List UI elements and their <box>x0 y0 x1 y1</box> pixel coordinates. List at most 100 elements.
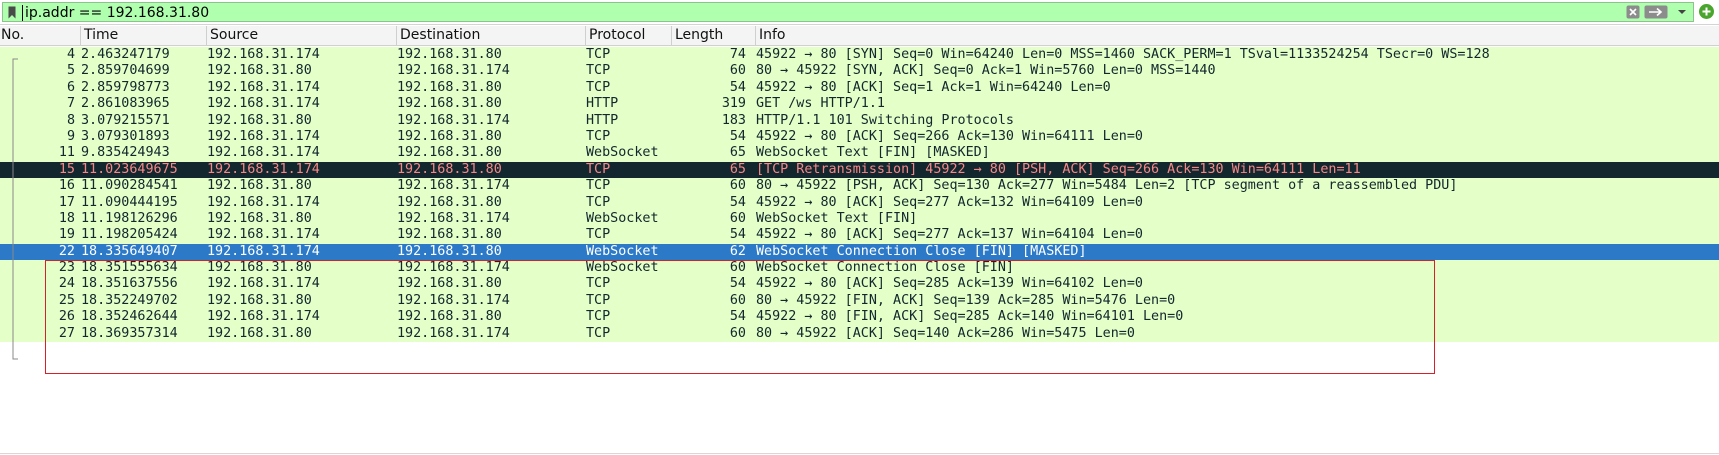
packet-row[interactable]: 19 11.198205424 192.168.31.174 192.168.31.8… <box>0 227 1719 244</box>
packet-length: 54 <box>729 227 746 243</box>
packet-time: 11.023649675 <box>81 161 178 177</box>
packet-time: 11.090444195 <box>81 194 178 210</box>
chevron-down-icon[interactable] <box>1675 5 1689 19</box>
packet-destination: 192.168.31.80 <box>397 128 502 144</box>
packet-no: 7 <box>66 96 75 112</box>
packet-destination: 192.168.31.80 <box>397 161 502 177</box>
packet-no: 26 <box>58 309 75 325</box>
packet-destination: 192.168.31.80 <box>397 309 502 325</box>
packet-row[interactable]: 18 11.198126296 192.168.31.80 192.168.31.17… <box>0 210 1719 228</box>
packet-info: 80 → 45922 [PSH, ACK] Seq=130 Ack=277 Wi… <box>756 178 1458 194</box>
packet-no: 17 <box>58 194 75 210</box>
packet-source: 192.168.31.80 <box>207 63 312 79</box>
packet-length: 60 <box>729 325 746 341</box>
packet-length: 54 <box>729 309 746 325</box>
packet-row[interactable]: 17 11.090444195 192.168.31.174 192.168.31.8… <box>0 194 1719 211</box>
column-header-time[interactable]: Time <box>80 26 206 45</box>
packet-info: 45922 → 80 [ACK] Seq=266 Ack=130 Win=641… <box>756 128 1143 144</box>
packet-protocol: WebSocket <box>586 145 659 161</box>
packet-info: 45922 → 80 [ACK] Seq=277 Ack=137 Win=641… <box>756 227 1143 243</box>
packet-time: 18.335649407 <box>81 243 178 259</box>
column-header-info[interactable]: Info <box>755 26 1719 45</box>
packet-destination: 192.168.31.80 <box>397 227 502 243</box>
packet-row[interactable]: 6 2.859798773 192.168.31.174 192.168.31.80 T… <box>0 79 1719 97</box>
packet-protocol: TCP <box>586 194 611 210</box>
packet-source: 192.168.31.174 <box>207 194 320 210</box>
packet-row[interactable]: 24 18.351637556 192.168.31.174 192.168.31.8… <box>0 276 1719 293</box>
column-header-destination[interactable]: Destination <box>396 26 585 45</box>
packet-no: 8 <box>66 112 75 128</box>
packet-row[interactable]: 25 18.352249702 192.168.31.80 192.168.31.17… <box>0 292 1719 310</box>
packet-time: 2.463247179 <box>81 47 170 62</box>
packet-source: 192.168.31.80 <box>207 178 312 194</box>
display-filter-text[interactable]: ip.addr == 192.168.31.80 <box>21 4 209 22</box>
packet-time: 18.352249702 <box>81 292 178 308</box>
display-filter-toolbar: ip.addr == 192.168.31.80 <box>0 0 1719 25</box>
packet-row[interactable]: 16 11.090284541 192.168.31.80 192.168.31.17… <box>0 178 1719 195</box>
packet-source: 192.168.31.80 <box>207 210 312 226</box>
packet-no: 16 <box>58 178 75 194</box>
packet-no: 22 <box>58 243 75 259</box>
packet-no: 11 <box>58 145 75 161</box>
packet-destination: 192.168.31.174 <box>397 292 510 308</box>
packet-source: 192.168.31.80 <box>207 112 312 128</box>
packet-source: 192.168.31.174 <box>207 276 320 292</box>
bookmark-icon[interactable] <box>8 6 16 19</box>
packet-time: 18.351555634 <box>81 260 178 276</box>
packet-length: 60 <box>729 210 746 226</box>
clear-icon[interactable] <box>1626 5 1640 19</box>
packet-row[interactable]: 4 2.463247179 192.168.31.174 192.168.31.80 T… <box>0 47 1719 64</box>
column-header-length[interactable]: Length <box>671 26 755 45</box>
packet-protocol: TCP <box>586 292 611 308</box>
column-header-protocol[interactable]: Protocol <box>585 26 671 45</box>
packet-length: 319 <box>721 96 746 112</box>
packet-source: 192.168.31.80 <box>207 260 312 276</box>
packet-protocol: HTTP <box>586 96 619 112</box>
apply-arrow-icon[interactable] <box>1644 5 1668 19</box>
column-header-no[interactable]: No. <box>0 26 80 45</box>
packet-protocol: WebSocket <box>586 260 659 276</box>
packet-list: 4 2.463247179 192.168.31.174 192.168.31.80 T… <box>0 47 1719 343</box>
packet-source: 192.168.31.174 <box>207 79 320 95</box>
packet-row-selected[interactable]: 22 18.335649407 192.168.31.174 192.168.31.8… <box>0 243 1719 261</box>
packet-info: 45922 → 80 [ACK] Seq=277 Ack=132 Win=641… <box>756 194 1143 210</box>
packet-no: 23 <box>58 260 75 276</box>
packet-list-header: No. Time Source Destination Protocol Len… <box>0 26 1719 46</box>
packet-info: WebSocket Connection Close [FIN] [MASKED… <box>756 243 1087 259</box>
packet-row[interactable]: 7 2.861083965 192.168.31.174 192.168.31.80 H… <box>0 96 1719 113</box>
packet-length: 65 <box>729 161 746 177</box>
display-filter-input[interactable]: ip.addr == 192.168.31.80 <box>2 2 1694 22</box>
packet-row[interactable]: 27 18.369357314 192.168.31.80 192.168.31.17… <box>0 325 1719 343</box>
packet-destination: 192.168.31.174 <box>397 210 510 226</box>
packet-row[interactable]: 5 2.859704699 192.168.31.80 192.168.31.174 T… <box>0 63 1719 80</box>
add-plus-icon[interactable] <box>1698 3 1715 20</box>
packet-source: 192.168.31.174 <box>207 227 320 243</box>
packet-row[interactable]: 26 18.352462644 192.168.31.174 192.168.31.8… <box>0 309 1719 326</box>
packet-info: 45922 → 80 [ACK] Seq=1 Ack=1 Win=64240 L… <box>756 79 1111 95</box>
packet-info: 80 → 45922 [ACK] Seq=140 Ack=286 Win=547… <box>756 325 1135 341</box>
packet-info: 80 → 45922 [FIN, ACK] Seq=139 Ack=285 Wi… <box>756 292 1176 308</box>
packet-time: 11.198126296 <box>81 210 178 226</box>
column-header-source[interactable]: Source <box>206 26 396 45</box>
packet-row[interactable]: 8 3.079215571 192.168.31.80 192.168.31.174 H… <box>0 112 1719 129</box>
packet-destination: 192.168.31.80 <box>397 47 502 62</box>
packet-protocol: TCP <box>586 276 611 292</box>
packet-row[interactable]: 15 11.023649675 192.168.31.174 192.168.31.8… <box>0 161 1719 179</box>
packet-info: WebSocket Connection Close [FIN] <box>756 260 1014 276</box>
packet-info: 80 → 45922 [SYN, ACK] Seq=0 Ack=1 Win=57… <box>756 63 1216 79</box>
packet-length: 60 <box>729 260 746 276</box>
packet-source: 192.168.31.174 <box>207 96 320 112</box>
packet-destination: 192.168.31.174 <box>397 112 510 128</box>
packet-length: 62 <box>729 243 746 259</box>
packet-protocol: WebSocket <box>586 243 659 259</box>
packet-row[interactable]: 9 3.079301893 192.168.31.174 192.168.31.80 T… <box>0 128 1719 146</box>
packet-protocol: TCP <box>586 227 611 243</box>
packet-source: 192.168.31.174 <box>207 128 320 144</box>
packet-length: 54 <box>729 276 746 292</box>
packet-row[interactable]: 23 18.351555634 192.168.31.80 192.168.31.17… <box>0 260 1719 277</box>
packet-source: 192.168.31.174 <box>207 145 320 161</box>
packet-source: 192.168.31.174 <box>207 243 320 259</box>
packet-row[interactable]: 11 9.835424943 192.168.31.174 192.168.31.80… <box>0 145 1719 162</box>
packet-no: 19 <box>58 227 75 243</box>
packet-time: 3.079301893 <box>81 128 170 144</box>
